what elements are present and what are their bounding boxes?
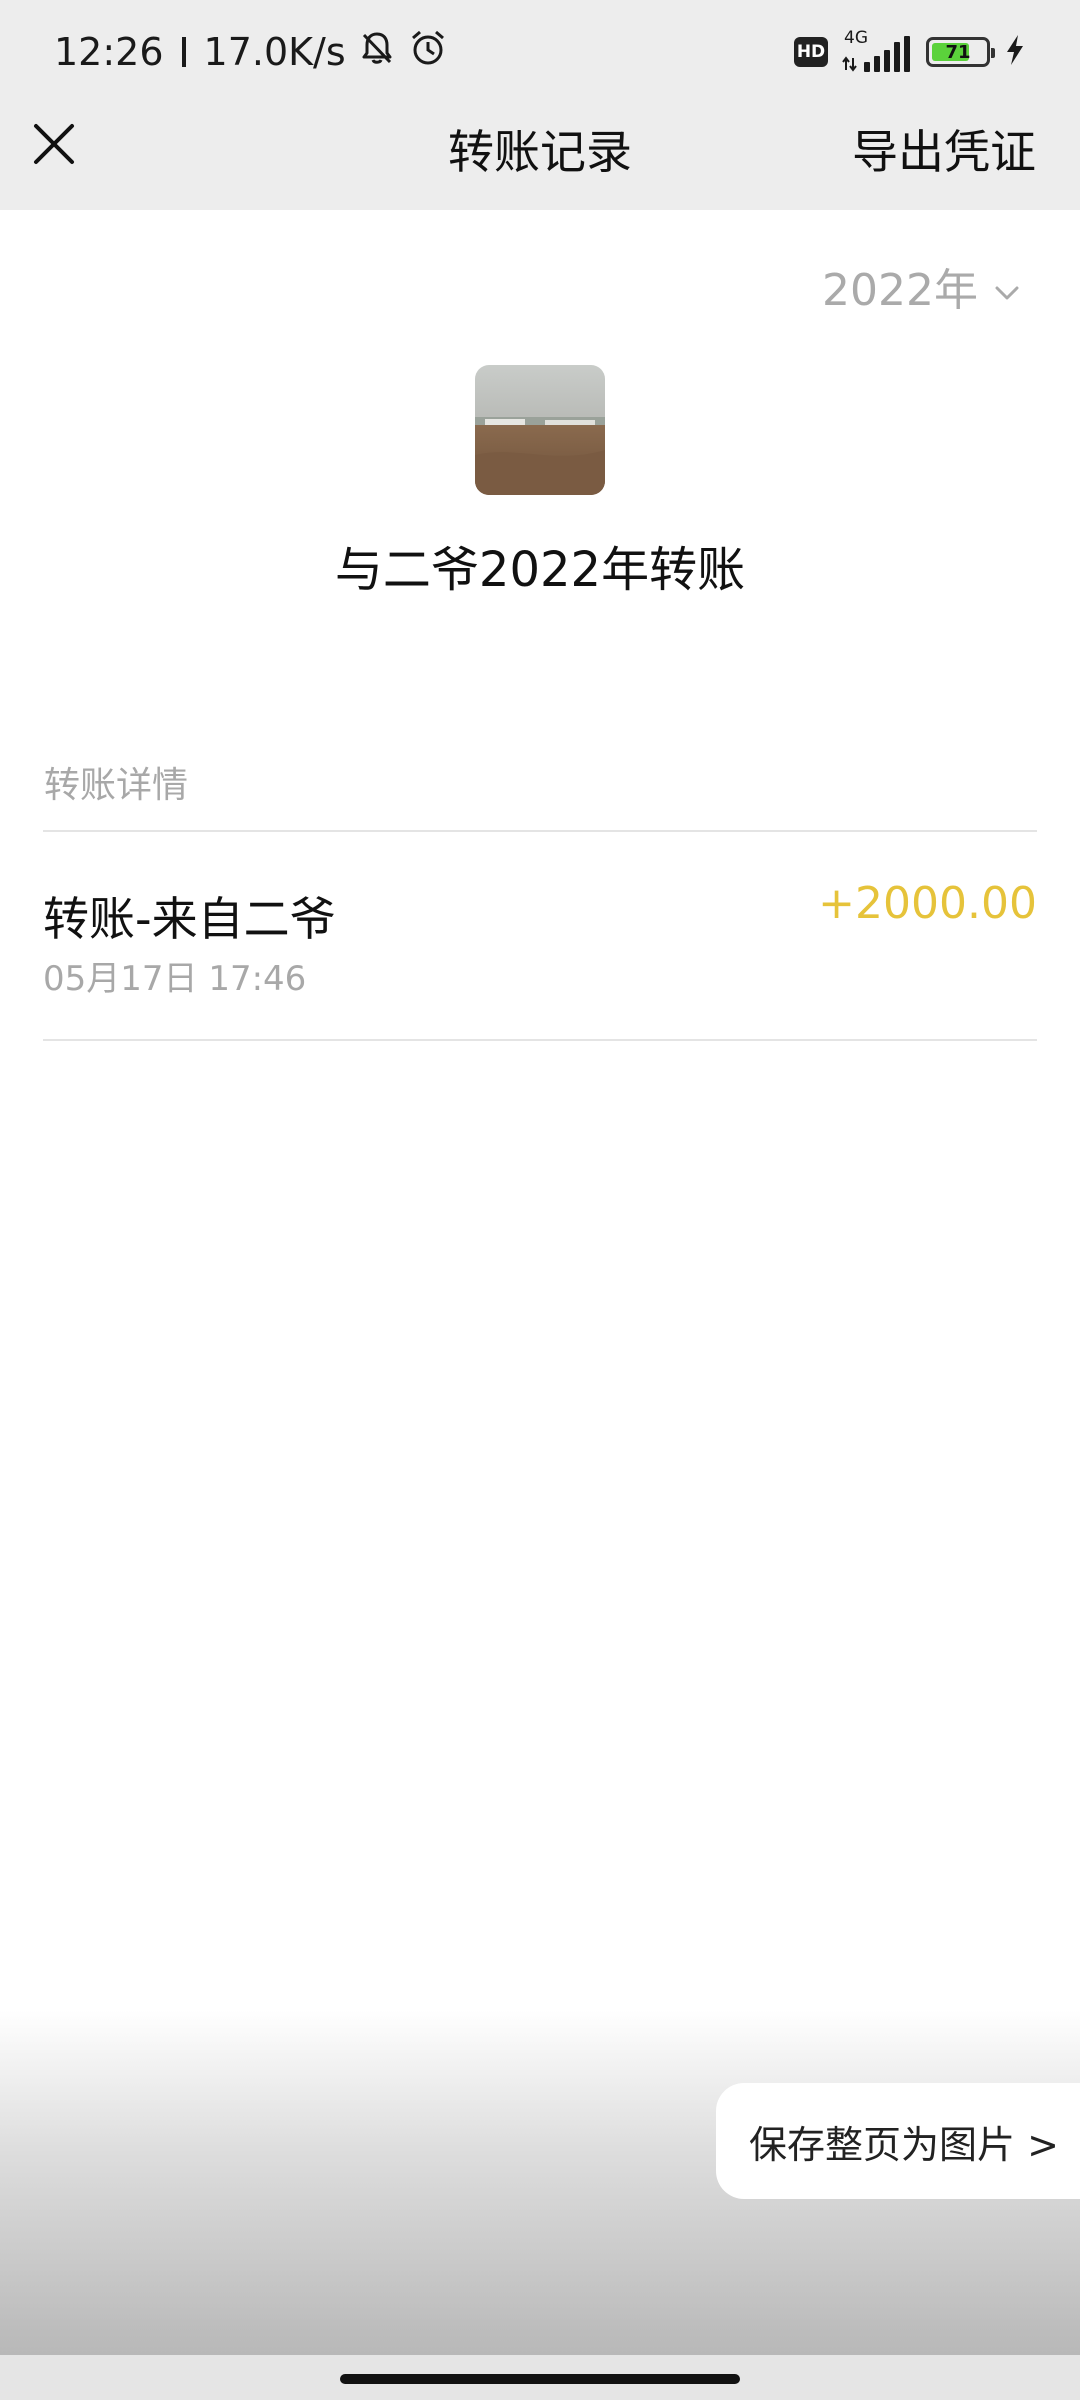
section-title: 转账详情: [44, 765, 189, 806]
home-indicator[interactable]: [340, 2374, 740, 2384]
chevron-down-icon: [994, 261, 1020, 312]
save-page-as-image-label: 保存整页为图片 >: [749, 2122, 1059, 2167]
battery-icon: 71: [926, 37, 995, 67]
battery-level: 71: [945, 41, 971, 63]
status-time: 12:26: [54, 30, 164, 74]
save-page-as-image-button[interactable]: 保存整页为图片 >: [716, 2083, 1080, 2199]
transaction-row[interactable]: 转账-来自二爷 05月17日 17:46 +2000.00: [43, 833, 1037, 1039]
transaction-amount: +2000.00: [818, 878, 1037, 929]
year-selector[interactable]: 2022年: [822, 256, 1020, 316]
divider: [43, 1039, 1037, 1041]
status-bar: 12:26 17.0K/s HD 4G 71: [0, 0, 1080, 96]
alarm-icon: [408, 28, 448, 77]
hd-badge: HD: [794, 37, 828, 67]
avatar: [475, 365, 605, 495]
bell-off-icon: [358, 29, 396, 76]
charging-icon: [1004, 33, 1026, 71]
transaction-title: 转账-来自二爷: [43, 892, 336, 946]
divider: [43, 830, 1037, 832]
status-net-speed: 17.0K/s: [203, 30, 346, 74]
year-selector-label: 2022年: [822, 265, 978, 316]
nav-bar: 转账记录 导出凭证: [0, 96, 1080, 210]
transfer-heading: 与二爷2022年转账: [334, 542, 746, 598]
export-voucher-button[interactable]: 导出凭证: [852, 116, 1036, 182]
signal-icon: 4G: [842, 28, 912, 76]
system-nav-bar: [0, 2355, 1080, 2400]
status-right: HD 4G 71: [794, 28, 1026, 76]
transaction-time: 05月17日 17:46: [43, 959, 307, 999]
status-separator: [181, 37, 186, 67]
status-left: 12:26 17.0K/s: [54, 24, 448, 80]
